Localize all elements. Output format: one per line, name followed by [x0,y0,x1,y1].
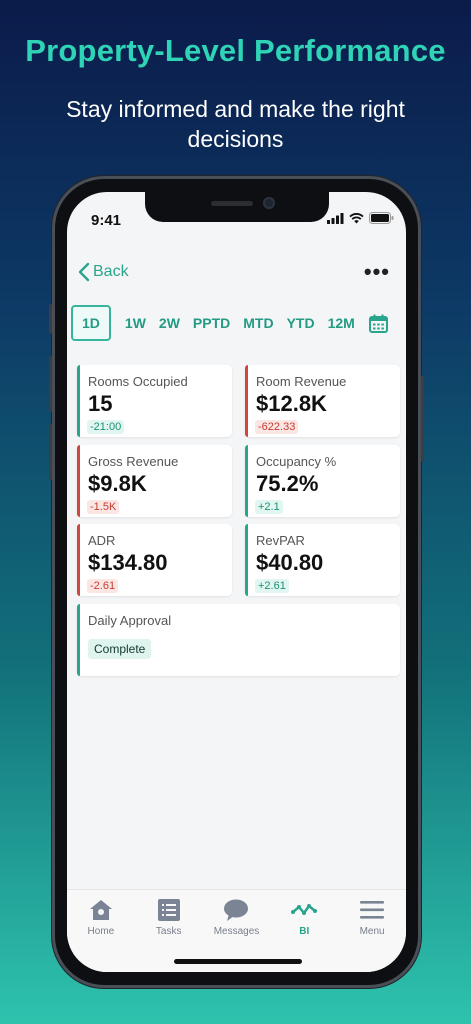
kpi-value: $134.80 [88,550,168,575]
kpi-card-gross-revenue[interactable]: Gross Revenue $9.8K -1.5K [77,445,232,517]
home-indicator[interactable] [174,959,302,964]
period-1d[interactable]: 1D [71,305,111,341]
promo-subline: Stay informed and make the right decisio… [66,96,405,152]
volume-up-button [49,356,52,412]
kpi-value: $9.8K [88,471,147,496]
kpi-value: $40.80 [256,550,324,575]
kpi-delta: -21:00 [87,420,125,434]
chat-bubble-icon [224,899,249,921]
battery-icon [369,212,394,224]
kpi-label: Room Revenue [256,374,347,389]
back-button[interactable]: Back [77,262,129,282]
kpi-card-adr[interactable]: ADR $134.80 -2.61 [77,524,232,596]
more-options-button[interactable]: ••• [364,259,390,285]
back-label: Back [93,263,129,280]
kpi-trend-bar [245,365,248,437]
kpi-trend-bar [77,445,80,517]
kpi-delta: -1.5K [87,500,120,514]
approval-status-bar [77,604,80,676]
signal-icon [327,212,344,224]
status-time: 9:41 [91,212,122,229]
home-icon [89,900,112,920]
wifi-icon [349,212,364,223]
tab-menu[interactable]: Menu [338,890,406,972]
kpi-card-revpar[interactable]: RevPAR $40.80 +2.61 [245,524,400,596]
period-mtd[interactable]: MTD [238,306,278,340]
kpi-value: 15 [88,391,113,416]
kpi-delta: +2.61 [255,579,289,593]
period-12m[interactable]: 12M [323,306,360,340]
notch [145,192,329,222]
kpi-trend-bar [245,524,248,596]
kpi-delta: -622.33 [255,420,299,434]
tab-label: Menu [359,926,385,937]
kpi-label: RevPAR [256,533,305,548]
kpi-label: Occupancy % [256,454,337,469]
power-button [421,376,424,462]
speaker [211,201,253,206]
kpi-trend-bar [245,445,248,517]
tab-label: Tasks [155,926,182,937]
tab-label: BI [299,926,310,937]
kpi-trend-bar [77,524,80,596]
kpi-label: Rooms Occupied [88,374,188,389]
list-icon [157,899,180,921]
approval-label: Daily Approval [88,613,172,628]
volume-down-button [49,424,52,480]
period-pptd[interactable]: PPTD [188,306,235,340]
kpi-card-rooms-occupied[interactable]: Rooms Occupied 15 -21:00 [77,365,232,437]
kpi-card-room-revenue[interactable]: Room Revenue $12.8K -622.33 [245,365,400,437]
kpi-value: $12.8K [256,391,327,416]
calendar-icon[interactable] [368,314,388,333]
tab-home[interactable]: Home [67,890,135,972]
mute-switch [49,304,52,334]
tab-label: Messages [213,926,260,937]
daily-approval-card[interactable]: Daily Approval Complete [77,604,400,676]
promo-headline: Property-Level Performance [25,33,446,68]
app-screen: 9:41 Back ••• 1D 1W 2W PPTD MTD YTD 12M … [67,192,406,972]
period-selector: 1D 1W 2W PPTD MTD YTD 12M [71,305,402,341]
status-icons [327,212,394,224]
tab-label: Home [87,926,115,937]
pulse-icon [291,904,318,915]
phone-frame: 9:41 Back ••• 1D 1W 2W PPTD MTD YTD 12M … [49,176,424,988]
kpi-delta: -2.61 [87,579,119,593]
kpi-label: Gross Revenue [88,454,179,469]
kpi-label: ADR [88,533,116,548]
period-1w[interactable]: 1W [120,306,151,340]
kpi-value: 75.2% [256,471,319,496]
kpi-trend-bar [77,365,80,437]
status-badge: Complete [88,639,152,659]
chevron-left-icon [78,262,90,282]
period-2w[interactable]: 2W [154,306,185,340]
kpi-delta: +2.1 [255,500,283,514]
period-ytd[interactable]: YTD [282,306,320,340]
kpi-card-occupancy[interactable]: Occupancy % 75.2% +2.1 [245,445,400,517]
hamburger-menu-icon [360,901,385,919]
front-camera [263,197,275,209]
